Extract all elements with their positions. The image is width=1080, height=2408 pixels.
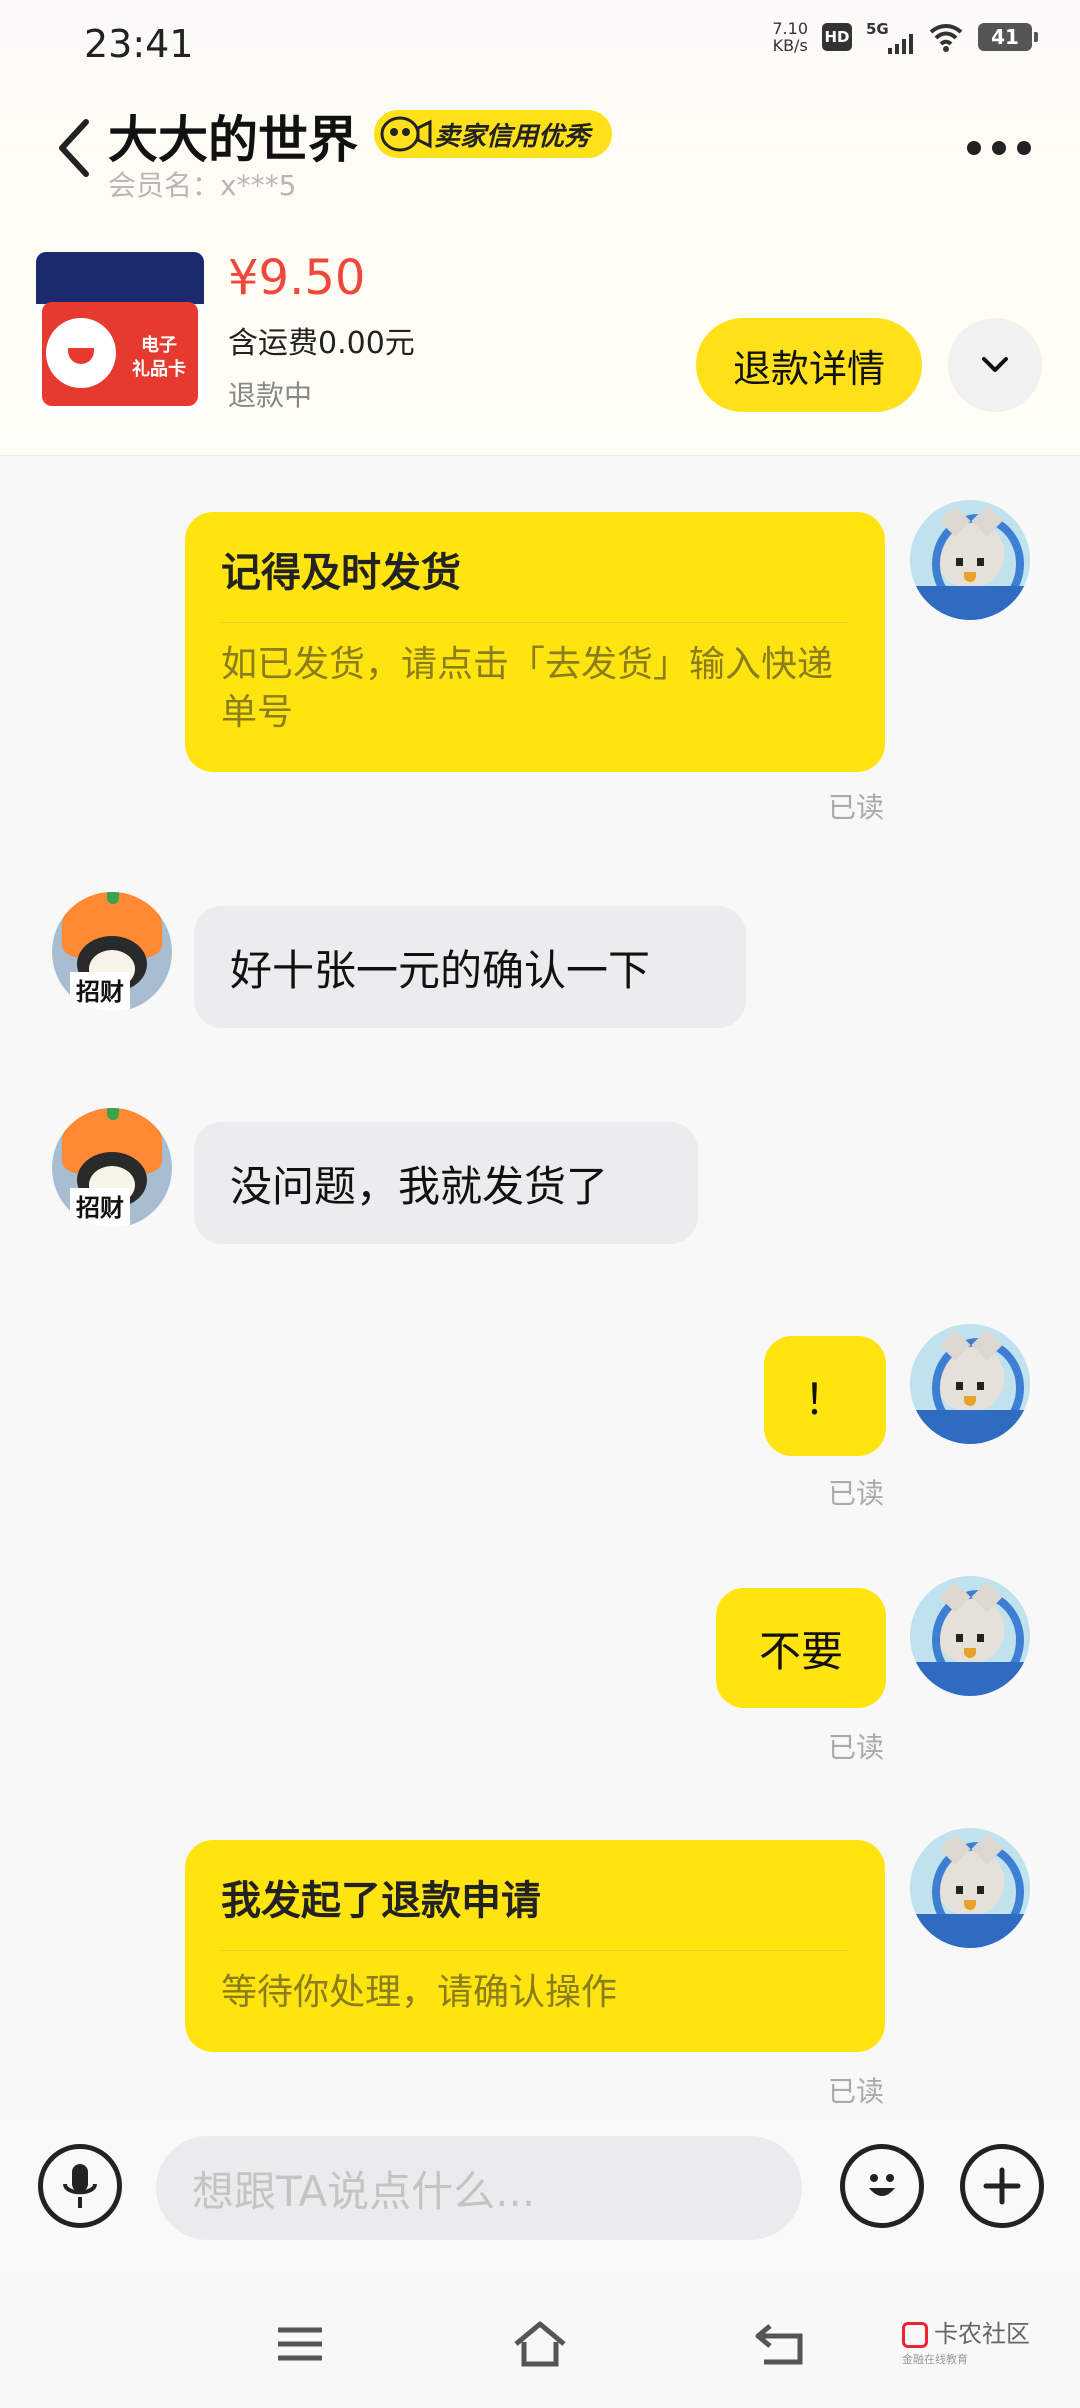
battery-icon: 41	[978, 23, 1038, 51]
card-divider	[221, 1950, 849, 1951]
credit-badge[interactable]: 卖家信用优秀	[374, 110, 613, 158]
contact-avatar[interactable]: 招财	[52, 892, 172, 1012]
home-icon[interactable]	[510, 2318, 570, 2370]
refund-request-card[interactable]: 我发起了退款申请 等待你处理，请确认操作	[185, 1840, 885, 2052]
voice-button[interactable]	[38, 2144, 122, 2228]
mascot-face-icon	[46, 318, 116, 388]
my-avatar[interactable]	[910, 1828, 1030, 1948]
expand-button[interactable]	[948, 318, 1042, 412]
watermark-subtext: 金融在线教育	[902, 2353, 968, 2366]
hd-icon: HD	[822, 23, 852, 51]
emoji-button[interactable]	[840, 2144, 924, 2228]
top-area: 23:41 7.10 KB/s HD 5G 41 大大的世界 卖家信用优秀 会员…	[0, 0, 1080, 456]
chat-screen: 23:41 7.10 KB/s HD 5G 41 大大的世界 卖家信用优秀 会员…	[0, 0, 1080, 2408]
product-thumbnail[interactable]: 电子 礼品卡	[36, 252, 204, 416]
card-divider	[221, 622, 849, 623]
member-name: 会员名：x***5	[108, 169, 297, 202]
smile-icon	[869, 2174, 895, 2196]
card-description: 等待你处理，请确认操作	[221, 1972, 618, 2013]
watermark-text: 卡农社区	[934, 2320, 1030, 2348]
read-status: 已读	[827, 791, 884, 824]
system-nav-bar: 卡农社区 金融在线教育	[0, 2274, 1080, 2408]
microphone-icon	[63, 2164, 97, 2208]
read-status: 已读	[827, 2075, 884, 2108]
status-time: 23:41	[84, 22, 194, 66]
order-status: 退款中	[228, 379, 313, 412]
contact-avatar[interactable]: 招财	[52, 1108, 172, 1228]
thumbnail-top-bar	[36, 252, 204, 304]
input-bar: 想跟TA说点什么...	[0, 2120, 1080, 2274]
shipping-reminder-card[interactable]: 记得及时发货 如已发货，请点击「去发货」输入快递单号	[185, 512, 885, 772]
signal-icon: 5G	[866, 20, 914, 54]
my-avatar[interactable]	[910, 1576, 1030, 1696]
read-status: 已读	[827, 1477, 884, 1510]
read-status: 已读	[827, 1731, 884, 1764]
incoming-message[interactable]: 没问题，我就发货了	[194, 1122, 698, 1244]
message-list[interactable]: 记得及时发货 如已发货，请点击「去发货」输入快递单号 已读 招财 好十张一元的确…	[0, 456, 1080, 2120]
watermark: 卡农社区 金融在线教育	[902, 2322, 1030, 2372]
fish-mascot-icon	[380, 116, 432, 152]
my-avatar[interactable]	[910, 500, 1030, 620]
shop-name[interactable]: 大大的世界	[108, 100, 358, 172]
product-price: ¥9.50	[228, 250, 366, 306]
chat-header: 大大的世界 卖家信用优秀 会员名：x***5	[0, 96, 1080, 206]
network-speed: 7.10 KB/s	[772, 20, 808, 54]
network-speed-unit: KB/s	[772, 36, 808, 55]
card-title: 记得及时发货	[221, 550, 461, 596]
refund-details-button[interactable]: 退款详情	[696, 318, 922, 412]
my-avatar[interactable]	[910, 1324, 1030, 1444]
outgoing-message[interactable]: ！	[764, 1336, 886, 1456]
product-card[interactable]: 电子 礼品卡 ¥9.50 含运费0.00元 退款中 退款详情	[0, 250, 1080, 430]
card-description: 如已发货，请点击「去发货」输入快递单号	[221, 644, 834, 733]
gift-card-image: 电子 礼品卡	[42, 302, 198, 406]
watermark-logo-icon	[902, 2322, 928, 2348]
status-bar: 23:41 7.10 KB/s HD 5G 41	[0, 0, 1080, 88]
back-nav-icon[interactable]	[750, 2318, 810, 2370]
gift-card-caption: 电子 礼品卡	[132, 335, 186, 380]
more-actions-button[interactable]	[960, 2144, 1044, 2228]
credit-badge-label: 卖家信用优秀	[434, 121, 591, 152]
incoming-message[interactable]: 好十张一元的确认一下	[194, 906, 746, 1028]
more-icon[interactable]	[966, 138, 1032, 158]
chevron-down-icon	[982, 357, 1008, 372]
wifi-icon	[929, 24, 963, 52]
plus-icon	[983, 2167, 1021, 2205]
menu-icon[interactable]	[270, 2318, 330, 2370]
network-speed-value: 7.10	[772, 19, 808, 38]
status-icons: 7.10 KB/s HD 5G 41	[772, 20, 1038, 54]
outgoing-message[interactable]: 不要	[716, 1588, 886, 1708]
shipping-fee: 含运费0.00元	[228, 326, 415, 361]
card-title: 我发起了退款申请	[221, 1878, 541, 1924]
message-input[interactable]: 想跟TA说点什么...	[156, 2136, 802, 2240]
back-icon[interactable]	[52, 116, 96, 180]
